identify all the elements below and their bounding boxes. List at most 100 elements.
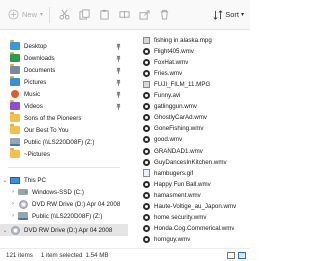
media-file-icon [142,102,151,111]
new-button[interactable]: New ▾ [4,4,43,26]
nav-item-label: Pictures [24,78,47,86]
downloads-folder-icon [10,52,20,63]
nav-item-public-z[interactable]: Public (\\LS220D08F) (Z:) [0,136,128,148]
nav-item-label: Public (\\LS220D08F) (Z:) [32,212,103,220]
nav-item-label: DVD RW Drive (D:) Apr 04 2008 [24,226,113,234]
copy-icon[interactable] [76,7,92,23]
dvd-icon [10,225,20,235]
media-file-icon [142,69,151,78]
pin-icon [116,79,121,86]
nav-item-label: Our Best To You [24,126,69,134]
pin-icon [116,55,121,62]
nav-item-label: Windows-SSD (C:) [32,188,84,196]
media-file-icon [142,191,151,200]
drive-icon [18,188,28,197]
nav-divider [8,167,120,168]
nav-item-label: Sons of the Pioneers [24,114,82,122]
media-file-icon [142,224,151,233]
nav-item-public-z-pc[interactable]: › Public (\\LS220D08F) (Z:) [0,210,128,222]
chevron-down-icon: ▾ [240,12,244,18]
file-name: home security.wmv [154,214,207,222]
media-file-icon [142,47,151,56]
nav-item-sons-of-the-pioneers[interactable]: Sons of the Pioneers [0,112,128,124]
file-name: Fries.wmv [154,69,183,77]
view-switcher [227,251,246,259]
sort-button[interactable]: Sort ▾ [213,9,244,20]
nav-item-label: Documents [24,66,56,74]
details-view-icon[interactable] [227,251,235,259]
file-name: Honda.Cog.Commerical.wmv [154,225,235,233]
file-name: FoxHat.wmv [154,58,189,66]
nav-item-music[interactable]: Music [0,88,128,100]
chevron-right-icon[interactable]: › [8,213,18,219]
rename-icon[interactable] [116,7,132,23]
folder-icon [10,112,20,123]
file-list: fishing in alaska.mpg Flight405.wmv FoxHat… [134,30,250,248]
toolbar-divider [49,6,51,23]
sort-button-label: Sort [225,10,239,19]
nav-item-dvd-drive[interactable]: › DVD RW Drive (D:) Apr 04 2008 [0,198,128,210]
nav-item-label: Music [24,90,41,98]
pin-icon [116,103,121,110]
file-name: Flight405.wmv [154,47,194,55]
share-icon[interactable] [136,7,152,23]
media-file-icon [142,235,151,244]
sort-icon [213,9,223,20]
nav-item-pictures-tilde[interactable]: ~Pictures [0,148,128,160]
media-file-icon [142,113,151,122]
list-view-icon[interactable] [238,251,246,259]
documents-folder-icon [10,64,20,75]
media-file-icon [142,158,151,167]
file-list-item[interactable]: hornguy.wmv [134,234,250,246]
file-name: Haute-Voltige_au_Japon.wmv [154,203,237,210]
media-file-icon [142,58,151,67]
pictures-folder-icon [10,76,20,87]
chevron-down-icon[interactable]: ⌄ [0,227,10,234]
pin-icon [116,67,121,74]
chevron-right-icon[interactable]: › [8,201,18,207]
folder-icon [10,148,20,159]
selection-size: 1.54 MB [85,251,109,259]
media-file-icon [142,124,151,133]
file-name: GRANDAD1.wmv [154,147,203,155]
file-name: GuyDancesInKitchen.wmv [154,158,227,166]
media-file-icon [142,91,151,100]
file-name: hambugers.gif [154,169,194,177]
nav-item-label: This PC [24,176,47,184]
delete-icon[interactable] [156,7,172,23]
file-name: fishing in alaska.mpg [154,36,212,44]
media-file-icon [142,213,151,222]
new-button-label: New [22,10,38,19]
nav-item-videos[interactable]: Videos [0,100,128,112]
folder-icon [10,124,20,135]
media-file-icon [142,180,151,189]
nav-item-desktop[interactable]: Desktop [0,40,128,52]
media-file-icon [142,135,151,144]
nav-item-our-best-to-you[interactable]: Our Best To You [0,124,128,136]
nav-item-downloads[interactable]: Downloads [0,52,128,64]
paste-icon[interactable] [96,7,112,23]
file-name: hamasment.wmv [154,191,201,199]
nav-item-label: Videos [24,102,43,110]
nav-item-windows-ssd[interactable]: › Windows-SSD (C:) [0,186,128,198]
cut-icon[interactable] [56,7,72,23]
chevron-right-icon[interactable]: › [8,189,18,195]
nav-item-documents[interactable]: Documents [0,64,128,76]
image-file-icon [142,169,151,178]
nav-item-label: Downloads [24,54,55,62]
pc-icon [10,176,20,185]
nav-item-label: Desktop [24,42,47,50]
nav-item-this-pc[interactable]: ⌄ This PC [0,174,128,186]
dvd-icon [18,199,28,209]
file-name: FUJI_FILM_11.MPG [154,80,211,88]
file-name: good.wmv [154,136,183,144]
videos-folder-icon [10,100,20,111]
nav-item-dvd-drive-selected[interactable]: ⌄ DVD RW Drive (D:) Apr 04 2008 [0,224,128,236]
pin-icon [116,43,121,50]
new-plus-icon [8,9,19,20]
file-name: hornguy.wmv [154,236,191,244]
nav-item-pictures[interactable]: Pictures [0,76,128,88]
file-name: Funny.avi [154,92,181,99]
chevron-down-icon[interactable]: ⌄ [0,177,10,184]
chevron-down-icon: ▾ [40,12,44,18]
